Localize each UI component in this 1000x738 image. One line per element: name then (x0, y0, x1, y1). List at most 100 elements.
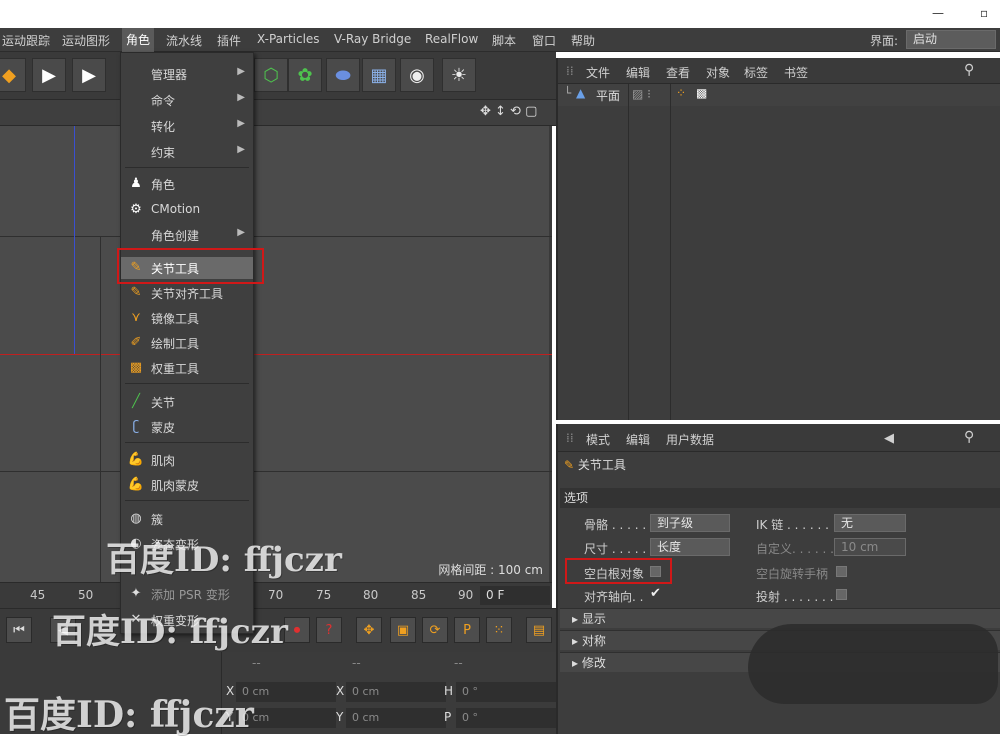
paint-icon: ✐ (130, 335, 142, 350)
menu-item-constraint[interactable]: 约束 ▶ (121, 141, 253, 163)
menu-item-add-psr[interactable]: ✦ 添加 PSR 变形 (121, 583, 253, 605)
light-icon[interactable]: ☀ (442, 58, 476, 92)
rotate-key-icon[interactable]: ⟳ (422, 617, 448, 643)
menu-script[interactable]: 脚本 (492, 32, 516, 49)
move-key-icon[interactable]: ✥ (356, 617, 382, 643)
am-menu-edit[interactable]: 编辑 (626, 431, 650, 448)
am-menu-mode[interactable]: 模式 (586, 431, 610, 448)
cube-icon[interactable]: ◆ (0, 58, 26, 92)
menu-plugins[interactable]: 插件 (217, 32, 241, 49)
attribute-title-text: 关节工具 (577, 458, 626, 472)
menu-item-convert[interactable]: 转化 ▶ (121, 115, 253, 137)
menu-item-character-builder[interactable]: 角色创建 ▶ (121, 224, 253, 246)
camera-icon[interactable]: ◉ (400, 58, 434, 92)
menu-vray-bridge[interactable]: V-Ray Bridge (334, 32, 411, 46)
menu-item-cmotion[interactable]: ⚙ CMotion (121, 199, 253, 221)
restore-icon[interactable]: ▫ (980, 6, 988, 20)
menu-item-paint[interactable]: ✐ 绘制工具 (121, 332, 253, 354)
rot-h-field[interactable]: 0 ° (456, 682, 556, 702)
nurbs-icon[interactable]: ⬡ (254, 58, 288, 92)
menu-item-muscle[interactable]: 💪 肌肉 (121, 449, 253, 471)
menu-item-muscle-skin[interactable]: 💪 肌肉蒙皮 (121, 474, 253, 496)
object-row-plane[interactable]: └ ▲ 平面 ▨ ⁝ ⁘ ▩ (558, 84, 1000, 106)
menu-character[interactable]: 角色 (122, 28, 155, 52)
psr-icon: ✦ (130, 586, 142, 601)
joint-align-icon: ✎ (130, 285, 142, 300)
ik-chain-dropdown[interactable]: 无 (834, 514, 906, 532)
menu-mograph[interactable]: 运动图形 (62, 32, 110, 49)
weight-icon: ▩ (129, 360, 143, 375)
minimize-icon[interactable]: — (932, 6, 944, 20)
om-menu-view[interactable]: 查看 (666, 64, 690, 81)
search-icon[interactable]: ⚲ (964, 62, 974, 78)
floor-icon[interactable]: ▦ (362, 58, 396, 92)
grid-spacing-label: 网格间距 : 100 cm (438, 563, 543, 577)
menu-item-joint-align[interactable]: ✎ 关节对齐工具 (121, 282, 253, 304)
null-rotate-checkbox[interactable] (836, 566, 847, 577)
frame-field[interactable]: 0 F (480, 586, 550, 605)
pla-key-icon[interactable]: ⁙ (486, 617, 512, 643)
menu-bar: 运动跟踪 运动图形 角色 流水线 插件 X-Particles V-Ray Br… (0, 28, 1000, 52)
om-menu-object[interactable]: 对象 (706, 64, 730, 81)
menu-item-cluster[interactable]: ◍ 簇 (121, 508, 253, 530)
size-x-field[interactable]: 0 cm (346, 682, 446, 702)
menu-item-commands[interactable]: 命令 ▶ (121, 89, 253, 111)
render-view-icon[interactable]: ▶ (32, 58, 66, 92)
tick-label: 70 (268, 588, 284, 602)
search-icon[interactable]: ⚲ (964, 429, 974, 445)
viewport-nav-icons[interactable]: ✥ ↕ ⟲ ▢ (480, 104, 537, 119)
align-axis-checkmark[interactable]: ✔ (650, 586, 661, 601)
back-arrow-icon[interactable]: ◀ (884, 431, 894, 446)
size-dropdown[interactable]: 长度 (650, 538, 730, 556)
options-section-header: 选项 (560, 488, 1000, 508)
character-icon: ♟ (130, 176, 142, 191)
om-menu-bookmarks[interactable]: 书签 (784, 64, 808, 81)
viewport[interactable]: 网格间距 : 100 cm (0, 126, 552, 582)
x-label: X (336, 684, 345, 698)
menu-item-skin[interactable]: ʗ 蒙皮 (121, 416, 253, 438)
menu-window[interactable]: 窗口 (532, 32, 556, 49)
coords-header: -- (352, 656, 361, 670)
menu-pipeline[interactable]: 流水线 (166, 32, 202, 49)
mograph-cloner-icon[interactable]: ✿ (288, 58, 322, 92)
film-icon[interactable]: ▤ (526, 617, 552, 643)
menu-item-manager[interactable]: 管理器 ▶ (121, 63, 253, 85)
om-menu-edit[interactable]: 编辑 (626, 64, 650, 81)
joint-icon: ╱ (132, 394, 140, 409)
menu-item-joint[interactable]: ╱ 关节 (121, 391, 253, 413)
phong-tag-icon[interactable]: ⁘ (676, 86, 686, 100)
bone-dropdown[interactable]: 到子级 (650, 514, 730, 532)
deformer-icon[interactable]: ⬬ (326, 58, 360, 92)
size-y-field[interactable]: 0 cm (346, 708, 446, 728)
menu-help[interactable]: 帮助 (571, 32, 595, 49)
project-checkbox[interactable] (836, 589, 847, 600)
goto-start-icon[interactable]: ⏮ (6, 617, 32, 643)
visibility-icon[interactable]: ▨ ⁝ (632, 87, 651, 101)
om-menu-tags[interactable]: 标签 (744, 64, 768, 81)
scale-key-icon[interactable]: ▣ (390, 617, 416, 643)
group-display-label: 显示 (581, 612, 606, 626)
custom-size-field[interactable]: 10 cm (834, 538, 906, 556)
menu-motion-tracking[interactable]: 运动跟踪 (2, 32, 50, 49)
menu-realflow[interactable]: RealFlow (425, 32, 478, 46)
menu-item-mirror[interactable]: ⋎ 镜像工具 (121, 307, 253, 329)
watermark: 百度ID: ffjczr (4, 694, 254, 736)
param-key-icon[interactable]: P (454, 617, 480, 643)
material-tag-icon[interactable]: ▩ (696, 86, 707, 100)
render-picture-icon[interactable]: ▶ (72, 58, 106, 92)
main-toolbar: ◆ ▶ ▶ ⬡ ✿ ⬬ ▦ ◉ ☀ (0, 52, 556, 100)
am-menu-userdata[interactable]: 用户数据 (666, 431, 714, 448)
menu-item-character[interactable]: ♟ 角色 (121, 173, 253, 195)
menu-item-weight[interactable]: ▩ 权重工具 (121, 357, 253, 379)
align-axis-label: 对齐轴向. . (584, 590, 644, 604)
menu-xparticles[interactable]: X-Particles (257, 32, 320, 46)
attribute-manager-menu: ⁞⁞ 模式 编辑 用户数据 ◀ ⚲ (558, 424, 1000, 452)
project-label: 投射 . . . . . . . (756, 590, 834, 604)
om-menu-file[interactable]: 文件 (586, 64, 610, 81)
help-icon[interactable]: ? (316, 617, 342, 643)
group-symmetry-label: 对称 (581, 634, 606, 648)
layout-select[interactable]: 启动 (906, 30, 996, 49)
rot-p-field[interactable]: 0 ° (456, 708, 556, 728)
h-label: H (444, 684, 454, 698)
coordinates-panel: -- -- -- X 0 cm X 0 cm H 0 ° Y 0 cm Y 0 … (222, 652, 556, 734)
